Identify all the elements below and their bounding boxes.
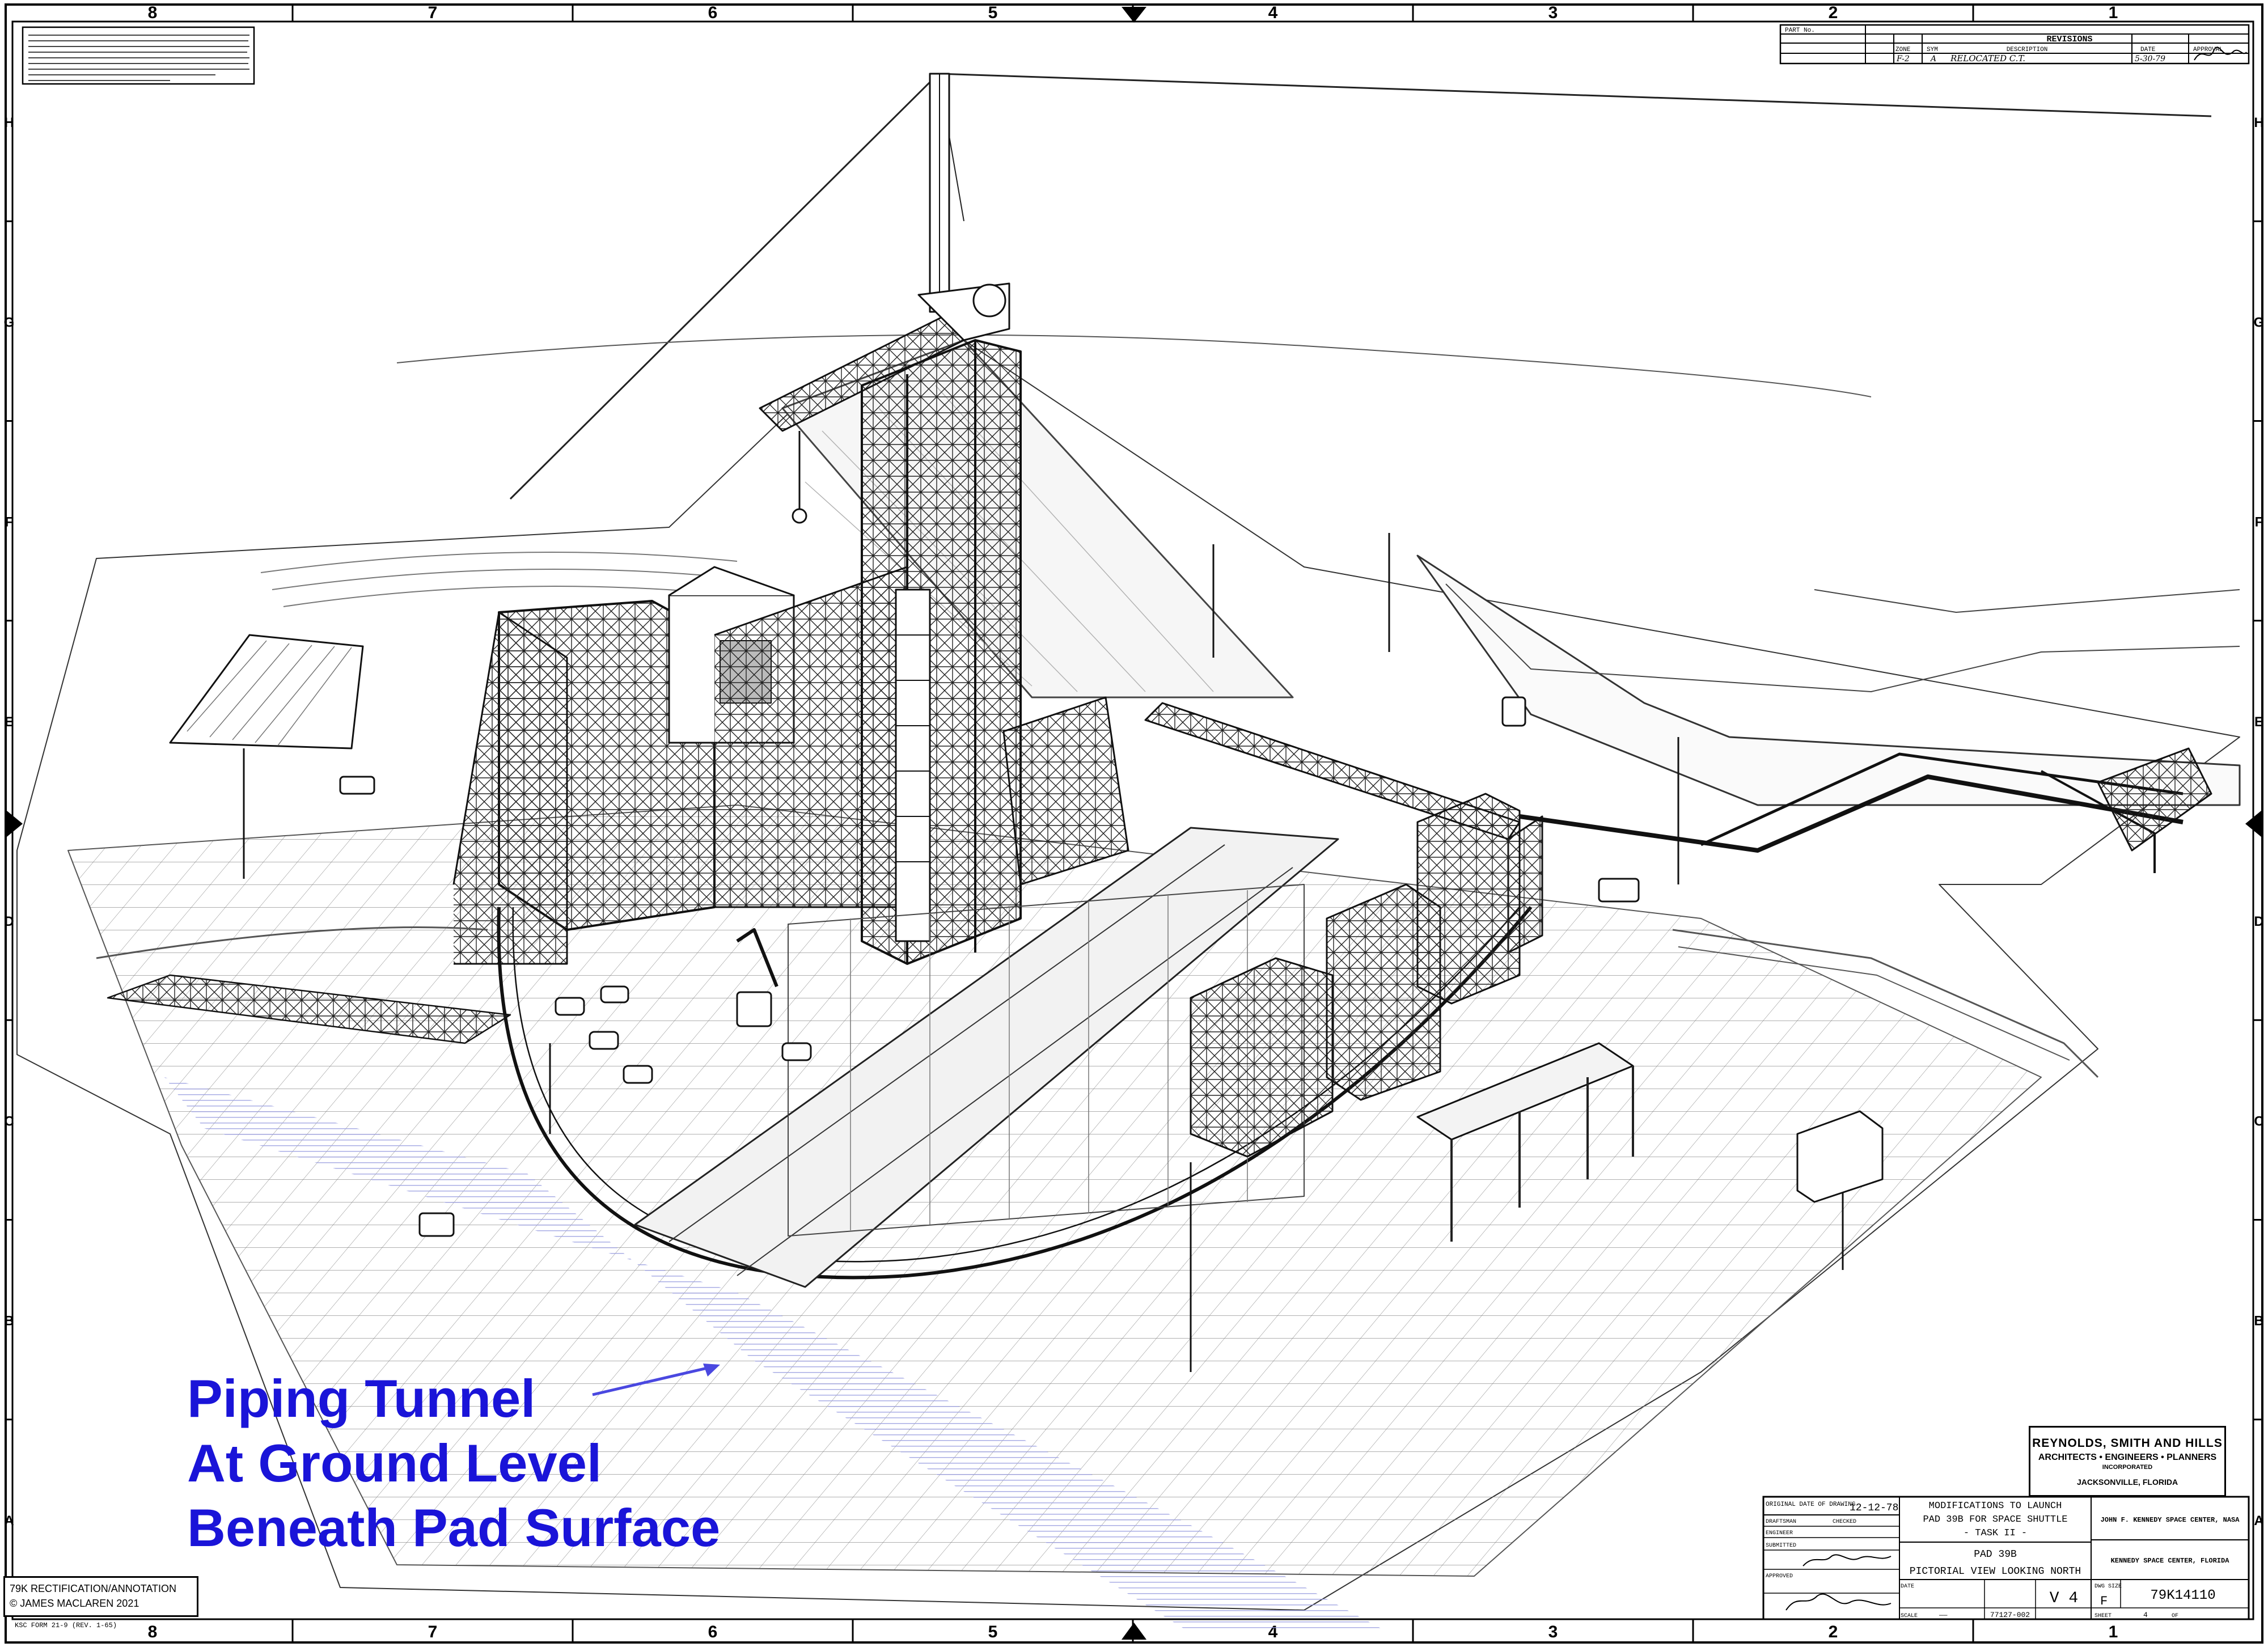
tower-cylinder [895,588,931,942]
crawlerway-ramp [1416,554,2241,806]
rev-row-sym: A [1930,54,1936,63]
column-label: 8 [148,1623,158,1641]
notice-box [22,26,255,85]
annotation-line-2: At Ground Level [187,1433,602,1493]
piping-tunnel-annotation: Piping Tunnel At Ground Level Beneath Pa… [187,1366,720,1560]
agency-line-2: KENNEDY SPACE CENTER, FLORIDA [2111,1557,2230,1565]
row-label: A [4,1513,14,1529]
row-label: G [2254,315,2265,330]
column-label: 6 [708,1623,718,1641]
row-label: B [2254,1314,2263,1329]
original-date: 12-12-78 [1850,1502,1898,1514]
size-label: DWG SIZE [2094,1584,2122,1590]
rev-header-zone: ZONE [1895,46,1911,53]
credit-box: 79K RECTIFICATION/ANNOTATION © JAMES MAC… [3,1576,198,1617]
row-label: H [4,115,14,130]
row-label: A [2254,1513,2263,1529]
sheet-label: SHEET [2094,1613,2112,1619]
firm-name: REYNOLDS, SMITH AND HILLS [2032,1437,2223,1450]
row-label: F [2255,515,2263,530]
rev-row-date: 5-30-79 [2135,54,2165,63]
column-label: 5 [988,3,998,22]
column-label: 1 [2109,1623,2118,1641]
title-line-3: - TASK II - [1964,1528,2027,1539]
storage-building [169,634,364,750]
row-label: D [2254,914,2263,929]
rev-header-description: DESCRIPTION [2007,46,2048,53]
annotation-line-1: Piping Tunnel [187,1369,536,1428]
column-label: 5 [988,1623,998,1641]
sheet-number: 4 [2143,1611,2148,1619]
column-label: 6 [708,3,718,22]
column-label: 1 [2109,3,2118,22]
form-number: KSC FORM 21-9 (REV. 1-65) [15,1621,117,1629]
approved-label: APPROVED [1766,1573,1793,1580]
part-no-label: PART No. [1785,27,1815,34]
row-label: E [5,714,14,730]
rev-row-description: RELOCATED C.T. [1950,53,2025,63]
size-value: F [2100,1594,2108,1608]
catenary-wire [938,73,2212,117]
scale-label: SCALE [1901,1613,1918,1619]
revisions-block: PART No. REVISIONS ZONE SYM DESCRIPTION … [1779,24,2250,65]
revisions-title: REVISIONS [2046,35,2092,44]
of-label: OF [2172,1613,2178,1619]
original-date-label: ORIGINAL DATE OF DRAWING [1766,1501,1855,1508]
pad-name: PAD 39B [1974,1549,2017,1560]
firm-city: JACKSONVILLE, FLORIDA [2076,1477,2178,1487]
firm-incorporated: INCORPORATED [2102,1464,2153,1471]
rev-header-sym: SYM [1927,46,1938,53]
center-mark-left [7,811,23,837]
column-label: 3 [1548,1623,1558,1641]
row-label: C [2254,1113,2263,1129]
title-block: ORIGINAL DATE OF DRAWING 12-12-78 DRAFTS… [1762,1496,2250,1620]
drawing-number: 79K14110 [2150,1588,2215,1603]
credit-line-1: 79K RECTIFICATION/ANNOTATION [10,1583,177,1594]
center-mark-top [1122,7,1146,23]
agency-line-1: JOHN F. KENNEDY SPACE CENTER, NASA [2101,1516,2240,1524]
column-label: 7 [428,1623,438,1641]
annotation-line-3: Beneath Pad Surface [187,1498,721,1557]
credit-line-2: © JAMES MACLAREN 2021 [10,1598,139,1609]
column-label: 8 [148,3,158,22]
scale-value: —— [1939,1611,1948,1619]
view-title: PICTORIAL VIEW LOOKING NORTH [1910,1566,2081,1577]
column-label: 7 [428,3,438,22]
draftsman-label: DRAFTSMAN [1766,1519,1796,1525]
volume-number: V 4 [2050,1590,2078,1607]
title-line-1: MODIFICATIONS TO LAUNCH [1929,1501,2062,1511]
center-mark-bottom [1122,1623,1146,1640]
rev-header-date: DATE [2140,46,2156,53]
checked-label: CHECKED [1833,1519,1856,1525]
row-label: E [2254,714,2263,730]
row-label: F [5,515,14,530]
rev-row-zone: F-2 [1896,54,1910,63]
row-label: H [2254,115,2263,130]
column-label: 2 [1829,1623,1838,1641]
column-label: 4 [1268,3,1278,22]
sheet-ref: 77127-002 [1990,1611,2030,1619]
row-label: B [4,1314,14,1329]
engineer-label: ENGINEER [1766,1530,1793,1536]
date-label: DATE [1901,1584,1914,1590]
row-label: C [4,1113,14,1129]
column-label: 3 [1548,3,1558,22]
firm-block: REYNOLDS, SMITH AND HILLS ARCHITECTS • E… [2029,1426,2226,1497]
row-label: G [4,315,15,330]
column-label: 2 [1829,3,1838,22]
title-line-2: PAD 39B FOR SPACE SHUTTLE [1923,1514,2067,1525]
firm-tagline: ARCHITECTS • ENGINEERS • PLANNERS [2038,1453,2217,1462]
submitted-label: SUBMITTED [1766,1543,1796,1549]
row-label: D [4,914,14,929]
